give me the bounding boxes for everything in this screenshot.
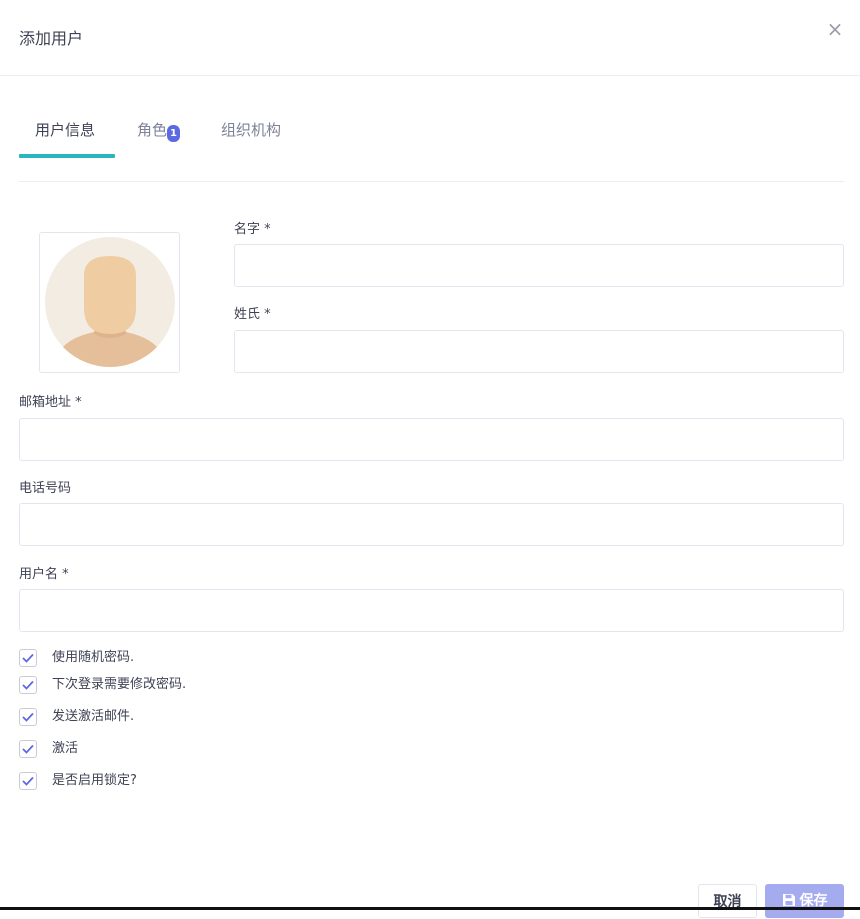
email-input[interactable] <box>19 418 844 461</box>
option-label: 使用随机密码. <box>52 650 135 665</box>
modal-header: 添加用户 × <box>0 0 860 76</box>
cancel-button[interactable]: 取消 <box>698 884 757 918</box>
option-label: 激活 <box>52 741 79 756</box>
username-input[interactable] <box>19 589 844 632</box>
option-label: 发送激活邮件. <box>52 709 135 724</box>
phone-input[interactable] <box>19 503 844 546</box>
check-icon <box>22 744 34 754</box>
checkbox[interactable] <box>19 772 37 790</box>
close-icon: × <box>826 17 844 41</box>
checkbox[interactable] <box>19 649 37 667</box>
first-name-label: 名字 * <box>234 222 271 237</box>
first-name-input[interactable] <box>234 244 844 287</box>
save-icon <box>782 894 795 906</box>
checkbox[interactable] <box>19 740 37 758</box>
tab-organization[interactable]: 组织机构 <box>221 119 281 140</box>
username-label: 用户名 * <box>19 567 69 582</box>
modal-title: 添加用户 <box>19 29 84 48</box>
tab-label: 角色 <box>137 121 168 139</box>
tab-bar: 用户信息 角色 1 组织机构 <box>19 96 844 182</box>
tab-user-info[interactable]: 用户信息 <box>35 119 95 140</box>
checkbox[interactable] <box>19 708 37 726</box>
last-name-label: 姓氏 * <box>234 307 271 322</box>
close-button[interactable]: × <box>826 18 844 40</box>
check-icon <box>22 680 34 690</box>
tab-roles[interactable]: 角色 1 <box>137 119 181 142</box>
active-tab-indicator <box>19 154 115 158</box>
default-avatar-icon <box>45 237 175 367</box>
check-icon <box>22 653 34 663</box>
checkbox[interactable] <box>19 676 37 694</box>
role-count-badge: 1 <box>167 125 181 142</box>
email-label: 邮箱地址 * <box>19 395 82 410</box>
tab-label: 用户信息 <box>35 121 96 139</box>
check-icon <box>22 776 34 786</box>
last-name-input[interactable] <box>234 330 844 373</box>
avatar-picker[interactable] <box>39 232 180 373</box>
check-icon <box>22 712 34 722</box>
tab-label: 组织机构 <box>221 121 282 139</box>
save-button[interactable]: 保存 <box>765 884 844 918</box>
option-label: 是否启用锁定? <box>52 773 137 788</box>
option-label: 下次登录需要修改密码. <box>52 677 187 692</box>
phone-label: 电话号码 <box>19 481 72 496</box>
